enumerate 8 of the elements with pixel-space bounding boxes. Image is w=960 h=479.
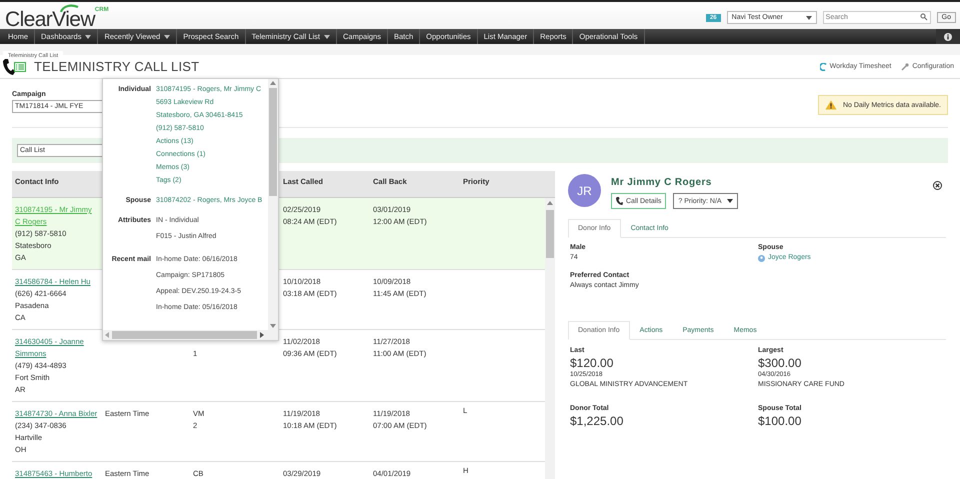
page-title: TELEMINISTRY CALL LIST (34, 59, 200, 74)
contact-name: Mr Jimmy C Rogers (611, 177, 713, 188)
avatar: JR (568, 174, 601, 207)
amount-text: $100.00 (758, 414, 802, 428)
amount-text: $1,225.00 (570, 414, 624, 428)
amount-text: $300.00 (758, 356, 802, 370)
amount-text: $120.00 (570, 356, 614, 370)
logo-text: ClearView (5, 12, 95, 28)
